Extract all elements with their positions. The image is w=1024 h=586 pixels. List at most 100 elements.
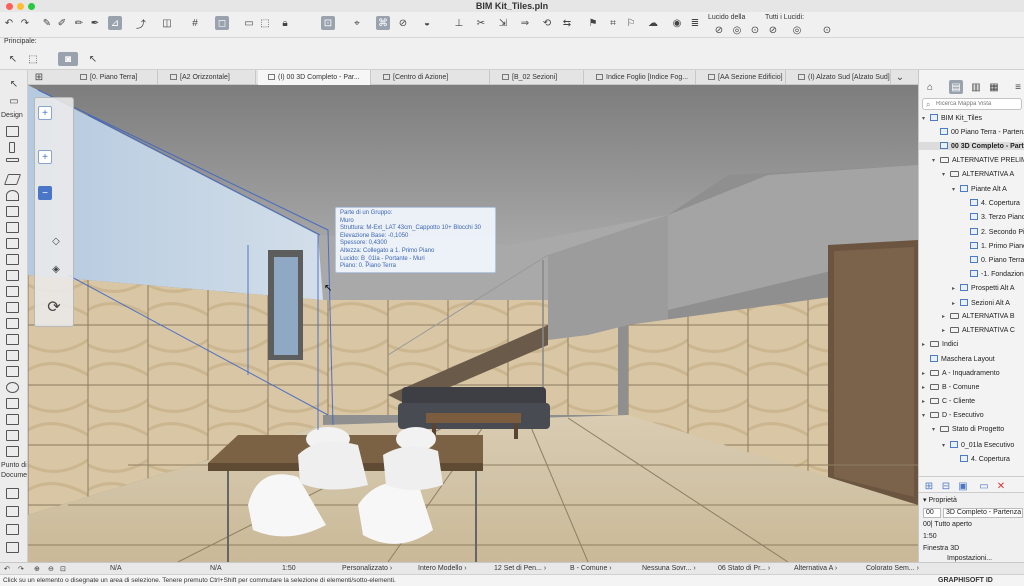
layer-lock-icon[interactable]: ◎	[730, 23, 744, 37]
navigator-item[interactable]: ▸ ALTERNATIVA C	[919, 327, 1024, 334]
na-field-2[interactable]: N/A	[210, 565, 222, 572]
settings-button[interactable]: Impostazioni...	[947, 555, 992, 562]
view-filter[interactable]: 00| Tutto aperto	[923, 521, 972, 528]
lamp-tool-icon[interactable]	[6, 382, 19, 393]
3d-viewport[interactable]: + + − ◇ ◈ ⟳ Parte di un Gruppo: Muro Strut…	[28, 85, 918, 562]
view-settings-icon[interactable]: ▭	[977, 479, 991, 493]
status-dropdown[interactable]: Alternativa A ›	[794, 565, 837, 572]
level-tool-icon[interactable]	[6, 506, 19, 517]
status-dropdown[interactable]: 12 Set di Pen... ›	[494, 565, 546, 572]
view-map-icon[interactable]: ▤	[949, 80, 963, 94]
chevron-right-icon[interactable]: ▸	[942, 327, 950, 334]
mirror-icon[interactable]: ⇆	[560, 16, 574, 30]
flag-icon[interactable]: ⚑	[586, 16, 600, 30]
zone-tool-icon[interactable]	[6, 334, 19, 345]
cutaway-icon[interactable]: ⌘	[376, 16, 390, 30]
tab-2[interactable]: (I) 00 3D Completo - Par...	[258, 70, 371, 85]
clone-view-icon[interactable]: ⊟	[939, 479, 953, 493]
label-tool-icon[interactable]	[6, 446, 19, 457]
navigator-item[interactable]: 1. Primo Piano	[919, 241, 1024, 250]
tab-1[interactable]: [A2 Orizzontale]	[160, 70, 256, 85]
tab-3[interactable]: [Centro di Azione]	[373, 70, 490, 85]
scale-field[interactable]: 1:50	[282, 565, 296, 572]
navigator-item[interactable]: ▸ Sezioni Alt A	[919, 298, 1024, 307]
navigator-item[interactable]: ▸ Prospetti Alt A	[919, 284, 1024, 292]
status-dropdown[interactable]: Nessuna Sovr... ›	[642, 565, 696, 572]
text-tool-icon[interactable]	[6, 524, 19, 535]
chevron-right-icon[interactable]: ▸	[942, 313, 950, 320]
pen-icon[interactable]: ✏	[72, 16, 86, 30]
marker-icon[interactable]: ⚐	[624, 16, 638, 30]
layer-combination-icon[interactable]: ◫	[160, 16, 174, 30]
status-dropdown[interactable]: B - Comune ›	[570, 565, 612, 572]
object-tool-icon[interactable]	[6, 318, 19, 329]
tab-menu-icon[interactable]: ⌄	[893, 70, 907, 84]
navigator-item[interactable]: ▸ C - Cliente	[919, 398, 1024, 405]
brush-icon[interactable]: ✒	[88, 16, 102, 30]
undo-icon[interactable]: ↶	[2, 16, 16, 30]
na-field-1[interactable]: N/A	[110, 565, 122, 572]
fit-icon[interactable]: ⊡	[60, 565, 66, 573]
dimension-tool-icon[interactable]	[6, 488, 19, 499]
status-dropdown[interactable]: Intero Modello ›	[418, 565, 467, 572]
measure-icon[interactable]: ⊥	[452, 16, 466, 30]
skylight-tool-icon[interactable]	[6, 302, 19, 313]
chevron-down-icon[interactable]: ▾	[932, 426, 940, 433]
lock-icon[interactable]: 🔒︎	[278, 16, 292, 30]
view-id-field[interactable]: 00	[923, 508, 941, 518]
trim-icon[interactable]: ✂	[474, 16, 488, 30]
view-name-field[interactable]: 3D Completo - Partenza	[943, 508, 1023, 518]
navigator-item[interactable]: 2. Secondo Piano	[919, 227, 1024, 236]
inject-icon[interactable]: ✐	[55, 16, 69, 30]
chevron-down-icon[interactable]: ▾	[932, 157, 940, 164]
pointer-icon[interactable]: ↖	[86, 52, 100, 66]
marquee-mode-icon[interactable]: ◙	[58, 52, 78, 66]
redo-icon[interactable]: ↷	[18, 16, 32, 30]
stair-tool-icon[interactable]	[6, 222, 19, 233]
mesh-tool-icon[interactable]	[6, 350, 19, 361]
marquee-icon[interactable]: ⬚	[258, 16, 272, 30]
chevron-down-icon[interactable]: ▾	[942, 442, 950, 449]
shading-icon[interactable]: ◒	[420, 16, 434, 30]
zoom-window-button[interactable]	[28, 3, 35, 10]
marquee-select-icon[interactable]: ⬚	[26, 52, 40, 66]
railing-tool-icon[interactable]	[6, 238, 19, 249]
eyedropper-icon[interactable]: ✎	[40, 16, 54, 30]
chevron-down-icon[interactable]: ▾	[952, 186, 960, 193]
explore-icon[interactable]: ◈	[47, 260, 65, 278]
window-tool-icon[interactable]	[6, 286, 19, 297]
undo-status-icon[interactable]: ↶	[4, 565, 10, 573]
navigator-item[interactable]: ▾ 0_01la Esecutivo	[919, 440, 1024, 449]
suspend-groups-icon[interactable]: ◻	[215, 16, 229, 30]
grid-tool-icon[interactable]	[6, 430, 19, 441]
navigator-item[interactable]: ▾ D - Esecutivo	[919, 412, 1024, 419]
tab-0[interactable]: [0. Piano Terra]	[70, 70, 158, 85]
status-dropdown[interactable]: Colorato Sem... ›	[866, 565, 919, 572]
navigator-item[interactable]: 0. Piano Terra	[919, 256, 1024, 264]
status-dropdown[interactable]: 06 Stato di Pr... ›	[718, 565, 770, 572]
navigator-item[interactable]: Maschera Layout	[919, 355, 1024, 363]
tag-icon[interactable]: ⌗	[606, 16, 620, 30]
curtain-wall-tool-icon[interactable]	[6, 254, 19, 265]
navigator-item[interactable]: ▾ Piante Alt A	[919, 185, 1024, 193]
door-tool-icon[interactable]	[6, 270, 19, 281]
arrow-select-icon[interactable]: ↖	[6, 52, 20, 66]
navigator-item[interactable]: 4. Copertura	[919, 454, 1024, 463]
redo-status-icon[interactable]: ↷	[18, 565, 24, 573]
hide-icon[interactable]: ⊘	[396, 16, 410, 30]
view-scale[interactable]: 1:50	[923, 533, 937, 540]
navigator-search[interactable]: ⌕	[922, 98, 1022, 110]
grid-snap-icon[interactable]: #	[188, 16, 202, 30]
tab-6[interactable]: [AA Sezione Edificio]	[698, 70, 786, 85]
all-layers-lock-icon[interactable]: ◎	[790, 23, 804, 37]
navigator-item[interactable]: 3. Terzo Piano	[919, 213, 1024, 221]
layer-hide-icon[interactable]: ⊘	[712, 23, 726, 37]
beam-tool-icon[interactable]	[6, 158, 19, 162]
navigator-item[interactable]: ▸ Indici	[919, 341, 1024, 348]
rotate-icon[interactable]: ⟲	[540, 16, 554, 30]
section-plane-icon[interactable]: ⌖	[350, 16, 364, 30]
navigator-item[interactable]: ▾ Stato di Progetto	[919, 426, 1024, 433]
minimize-window-button[interactable]	[17, 3, 24, 10]
tab-grid-icon[interactable]: ⊞	[32, 70, 46, 84]
chevron-right-icon[interactable]: ▸	[922, 370, 930, 377]
